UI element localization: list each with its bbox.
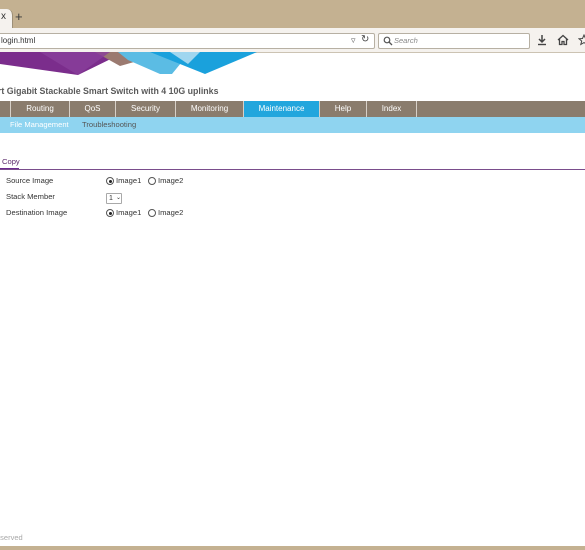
subnav-troubleshooting[interactable]: Troubleshooting <box>82 117 136 133</box>
destination-image-label: Destination Image <box>6 208 68 217</box>
sub-nav: File Management Troubleshooting <box>0 117 585 133</box>
tab-routing[interactable]: Routing <box>11 101 70 117</box>
close-tab-icon[interactable]: x <box>1 12 6 22</box>
url-dropdown-icon[interactable]: ▿ <box>351 35 356 46</box>
content-divider <box>0 169 585 170</box>
subnav-file-management[interactable]: File Management <box>10 117 69 133</box>
chevron-down-icon: ⌄ <box>116 195 122 201</box>
bookmark-star-icon[interactable] <box>578 34 585 46</box>
destination-image2-radio[interactable] <box>148 209 156 217</box>
browser-nav-bar: login.html ▿ ↻ Search <box>0 28 585 53</box>
download-icon[interactable] <box>536 34 548 46</box>
tab-index[interactable]: Index <box>367 101 417 117</box>
source-image2-label[interactable]: Image2 <box>158 176 183 185</box>
tab-monitoring[interactable]: Monitoring <box>176 101 244 117</box>
tab-security[interactable]: Security <box>116 101 176 117</box>
new-tab-button[interactable]: + <box>15 10 23 23</box>
tab-help[interactable]: Help <box>320 101 367 117</box>
stack-member-value[interactable]: 1 <box>109 195 113 202</box>
tab-copy[interactable]: Copy <box>0 157 22 170</box>
reload-icon[interactable]: ↻ <box>361 34 369 45</box>
destination-image1-radio[interactable] <box>106 209 114 217</box>
source-image-label: Source Image <box>6 176 54 185</box>
product-title: rt Gigabit Stackable Smart Switch with 4… <box>0 86 219 96</box>
tab-maintenance[interactable]: Maintenance <box>244 101 320 117</box>
browser-tab-bar: x + <box>0 0 585 28</box>
home-icon[interactable] <box>557 34 569 46</box>
destination-image2-label[interactable]: Image2 <box>158 208 183 217</box>
source-image2-radio[interactable] <box>148 177 156 185</box>
source-image1-radio[interactable] <box>106 177 114 185</box>
window-bottom-edge <box>0 546 585 550</box>
nav-tab-partial[interactable] <box>0 101 11 117</box>
banner-graphic <box>0 52 257 75</box>
main-nav: Routing QoS Security Monitoring Maintena… <box>0 101 585 117</box>
search-icon <box>383 36 393 46</box>
search-placeholder[interactable]: Search <box>394 36 418 45</box>
destination-image1-label[interactable]: Image1 <box>116 208 141 217</box>
search-bar[interactable]: Search <box>378 33 530 49</box>
stack-member-select[interactable]: 1 ⌄ <box>106 193 122 204</box>
source-image1-label[interactable]: Image1 <box>116 176 141 185</box>
stack-member-label: Stack Member <box>6 192 55 201</box>
footer-copyright: eserved <box>0 533 23 542</box>
browser-tab[interactable]: x <box>0 9 13 28</box>
url-text[interactable]: login.html <box>1 36 35 45</box>
tab-qos[interactable]: QoS <box>70 101 116 117</box>
address-bar[interactable]: login.html ▿ ↻ <box>0 33 375 49</box>
